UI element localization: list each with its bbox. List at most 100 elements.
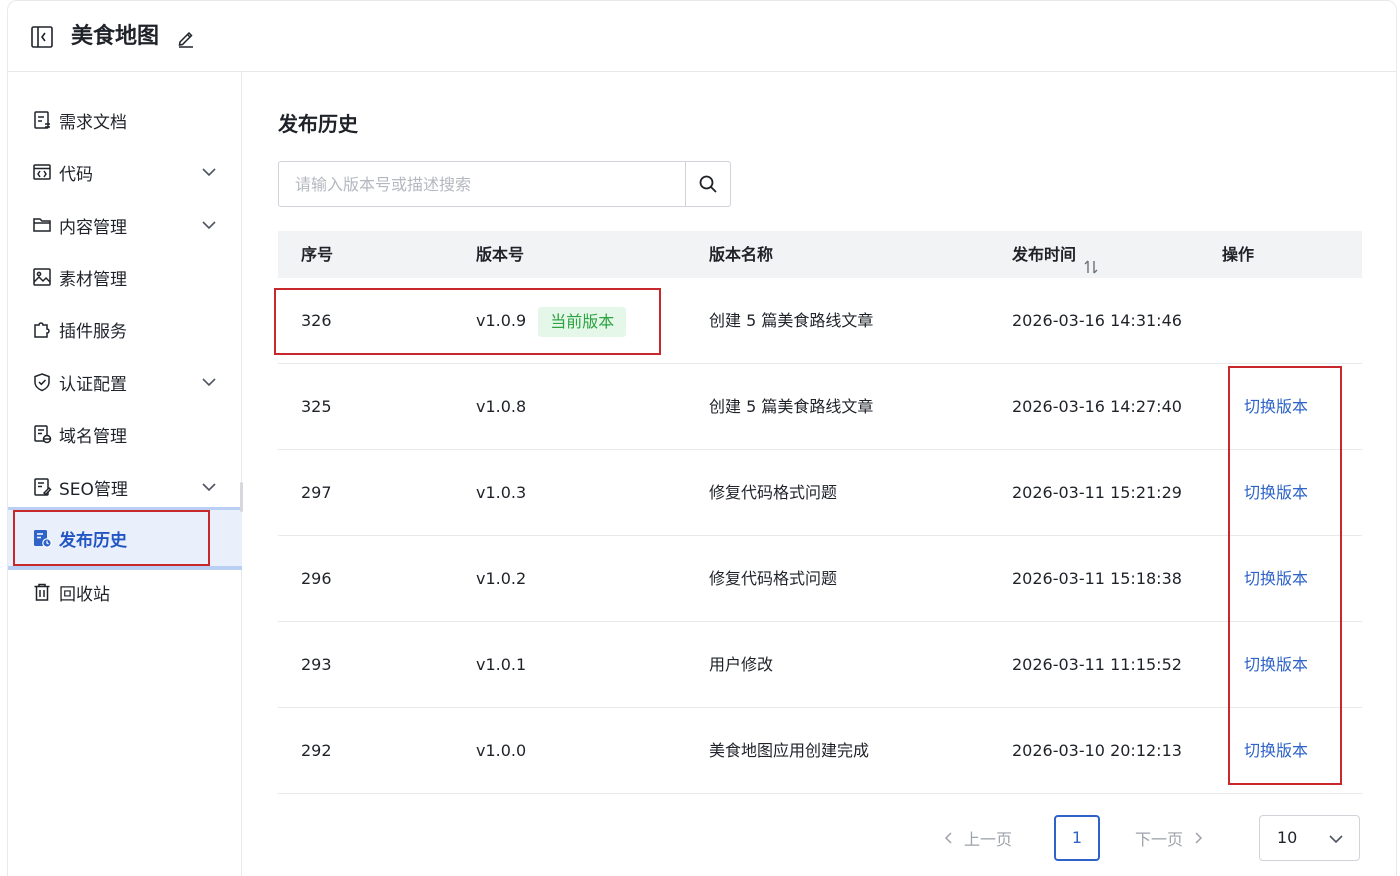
cell-name: 创建 5 篇美食路线文章 bbox=[709, 311, 874, 330]
cell-name: 创建 5 篇美食路线文章 bbox=[709, 397, 874, 416]
sidebar-item-label: 插件服务 bbox=[59, 321, 127, 342]
table-row: 296 v1.0.2 修复代码格式问题 2026-03-11 15:18:38 … bbox=[278, 536, 1362, 622]
search-icon bbox=[699, 175, 717, 193]
page-number-button[interactable]: 1 bbox=[1054, 815, 1100, 861]
cell-id: 296 bbox=[301, 569, 332, 588]
cell-id: 292 bbox=[301, 741, 332, 760]
chevron-down-icon[interactable] bbox=[200, 478, 218, 496]
search-button[interactable] bbox=[685, 162, 730, 206]
trash-icon bbox=[32, 582, 52, 602]
switch-version-link[interactable]: 切换版本 bbox=[1244, 622, 1308, 708]
chevron-down-icon[interactable] bbox=[200, 163, 218, 181]
cell-version: v1.0.2 bbox=[476, 569, 527, 588]
sidebar: 需求文档 代码 内容管理 素材管理 插件服务 认证配置 域名管理 SEO管理 发… bbox=[8, 72, 243, 876]
seo-icon bbox=[32, 477, 52, 497]
edit-title-icon[interactable] bbox=[176, 28, 196, 48]
cell-id: 293 bbox=[301, 655, 332, 674]
publish-history-table: 序号 版本号 版本名称 发布时间 操作 326 v1.0.9 当前版本 创建 5 … bbox=[278, 231, 1362, 794]
page-size-select[interactable]: 10 bbox=[1259, 815, 1360, 861]
column-header-action: 操作 bbox=[1222, 245, 1255, 264]
app-title: 美食地图 bbox=[71, 24, 160, 49]
chevron-left-icon bbox=[944, 832, 952, 844]
chevron-right-icon bbox=[1195, 832, 1203, 844]
sidebar-item-label: 素材管理 bbox=[59, 269, 127, 290]
table-header: 序号 版本号 版本名称 发布时间 操作 bbox=[278, 231, 1362, 278]
next-page-label: 下一页 bbox=[1135, 830, 1184, 849]
table-row: 326 v1.0.9 当前版本 创建 5 篇美食路线文章 2026-03-16 1… bbox=[278, 278, 1362, 364]
chevron-down-icon[interactable] bbox=[200, 216, 218, 234]
column-header-time-wrap: 发布时间 bbox=[1012, 231, 1100, 278]
search-input[interactable] bbox=[279, 162, 685, 206]
sidebar-item-label: 认证配置 bbox=[59, 374, 127, 395]
cell-id: 297 bbox=[301, 483, 332, 502]
table-row: 293 v1.0.1 用户修改 2026-03-11 11:15:52 切换版本 bbox=[278, 622, 1362, 708]
cell-time: 2026-03-11 11:15:52 bbox=[1012, 655, 1182, 674]
cell-version: v1.0.1 bbox=[476, 655, 527, 674]
sidebar-item-auth[interactable]: 认证配置 bbox=[8, 356, 242, 408]
search-box bbox=[278, 161, 731, 207]
sidebar-item-label: SEO管理 bbox=[59, 479, 128, 500]
page-size-value: 10 bbox=[1277, 828, 1298, 847]
cell-name: 修复代码格式问题 bbox=[709, 483, 838, 502]
switch-version-link[interactable]: 切换版本 bbox=[1244, 364, 1308, 450]
table-row: 325 v1.0.8 创建 5 篇美食路线文章 2026-03-16 14:27… bbox=[278, 364, 1362, 450]
prev-page-label: 上一页 bbox=[964, 830, 1013, 849]
column-header-time: 发布时间 bbox=[1012, 245, 1077, 264]
sidebar-item-label: 域名管理 bbox=[59, 426, 127, 447]
sidebar-item-requirements[interactable]: 需求文档 bbox=[8, 94, 242, 146]
image-icon bbox=[32, 267, 52, 287]
cell-id: 326 bbox=[301, 311, 332, 330]
column-header-name: 版本名称 bbox=[709, 245, 774, 264]
cell-time: 2026-03-16 14:27:40 bbox=[1012, 397, 1182, 416]
cell-name: 美食地图应用创建完成 bbox=[709, 741, 870, 760]
domain-icon bbox=[32, 424, 52, 444]
document-icon bbox=[32, 110, 52, 130]
switch-version-link[interactable]: 切换版本 bbox=[1244, 450, 1308, 536]
switch-version-link[interactable]: 切换版本 bbox=[1244, 536, 1308, 622]
sidebar-item-label: 内容管理 bbox=[59, 217, 127, 238]
sort-icon[interactable] bbox=[1082, 247, 1100, 273]
chevron-down-icon bbox=[1327, 830, 1345, 848]
sidebar-item-label: 代码 bbox=[59, 164, 93, 185]
cell-time: 2026-03-11 15:21:29 bbox=[1012, 483, 1182, 502]
sidebar-item-domain[interactable]: 域名管理 bbox=[8, 408, 242, 460]
folder-icon bbox=[32, 215, 52, 235]
cell-id: 325 bbox=[301, 397, 332, 416]
sidebar-item-label: 需求文档 bbox=[59, 112, 127, 133]
cell-time: 2026-03-10 20:12:13 bbox=[1012, 741, 1182, 760]
sidebar-collapse-icon[interactable] bbox=[30, 25, 54, 49]
app-header: 美食地图 bbox=[8, 1, 1396, 72]
sidebar-item-content[interactable]: 内容管理 bbox=[8, 199, 242, 251]
sidebar-item-code[interactable]: 代码 bbox=[8, 146, 242, 198]
main-content: 发布历史 序号 版本号 版本名称 发布时间 操作 326 v1.0.9 当前版本 … bbox=[243, 72, 1396, 876]
sidebar-item-label: 发布历史 bbox=[59, 530, 127, 551]
table-row: 292 v1.0.0 美食地图应用创建完成 2026-03-10 20:12:1… bbox=[278, 708, 1362, 794]
shield-icon bbox=[32, 372, 52, 392]
cell-version: v1.0.8 bbox=[476, 397, 527, 416]
sidebar-item-trash[interactable]: 回收站 bbox=[8, 566, 242, 618]
cell-version-wrap: v1.0.9 当前版本 bbox=[476, 278, 627, 364]
table-row: 297 v1.0.3 修复代码格式问题 2026-03-11 15:21:29 … bbox=[278, 450, 1362, 536]
cell-name: 修复代码格式问题 bbox=[709, 569, 838, 588]
column-header-version: 版本号 bbox=[476, 245, 525, 264]
sidebar-item-plugins[interactable]: 插件服务 bbox=[8, 303, 242, 355]
next-page-button[interactable]: 下一页 bbox=[1135, 826, 1205, 850]
column-header-id: 序号 bbox=[301, 245, 334, 264]
cell-name: 用户修改 bbox=[709, 655, 774, 674]
cell-version: v1.0.9 bbox=[476, 311, 527, 330]
chevron-down-icon[interactable] bbox=[200, 373, 218, 391]
sidebar-item-assets[interactable]: 素材管理 bbox=[8, 251, 242, 303]
page-title: 发布历史 bbox=[278, 112, 358, 136]
sidebar-item-label: 回收站 bbox=[59, 584, 110, 605]
cell-version: v1.0.3 bbox=[476, 483, 527, 502]
puzzle-icon bbox=[32, 319, 52, 339]
sidebar-item-publish-history[interactable]: 发布历史 bbox=[8, 510, 242, 566]
cell-time: 2026-03-11 15:18:38 bbox=[1012, 569, 1182, 588]
prev-page-button[interactable]: 上一页 bbox=[942, 826, 1012, 850]
publish-history-icon bbox=[32, 528, 52, 548]
current-version-badge: 当前版本 bbox=[538, 306, 627, 337]
sidebar-item-seo[interactable]: SEO管理 bbox=[8, 461, 242, 513]
code-icon bbox=[32, 162, 52, 182]
cell-time: 2026-03-16 14:31:46 bbox=[1012, 311, 1182, 330]
switch-version-link[interactable]: 切换版本 bbox=[1244, 708, 1308, 794]
